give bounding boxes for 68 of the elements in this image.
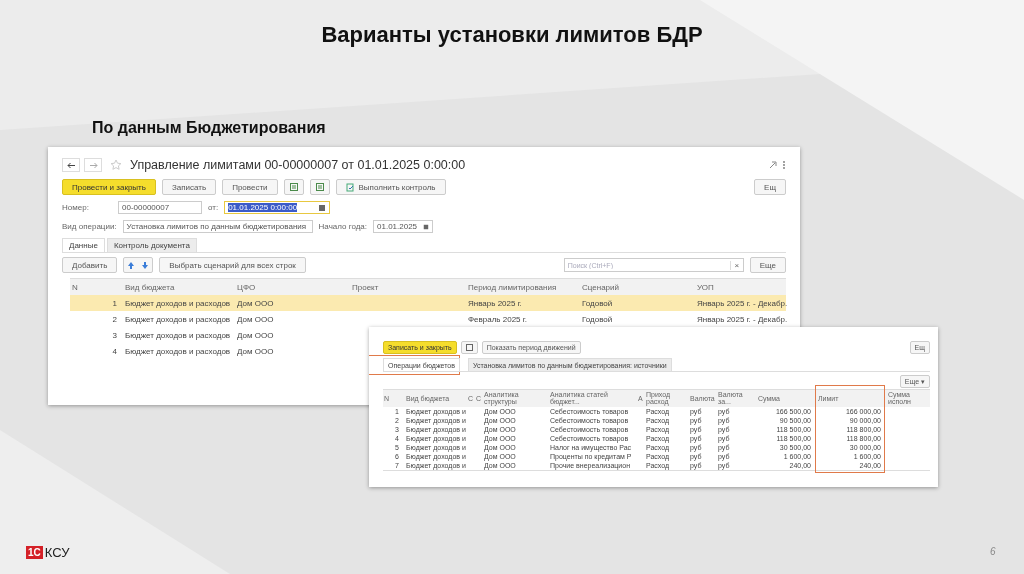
column-header: Период лимитирования: [467, 282, 558, 292]
column-header: ЦФО: [236, 282, 257, 292]
toolbar-icon-button[interactable]: [283, 179, 304, 195]
page-number: 6: [990, 546, 996, 557]
table-cell: 3: [112, 330, 117, 340]
table-cell: 2: [112, 314, 117, 324]
column-header: Сценарий: [581, 282, 620, 292]
table-cell: Январь 2025 г.: [468, 298, 522, 308]
table-cell: 1: [112, 298, 117, 308]
table-cell: 4: [112, 346, 117, 356]
table-cell: Дом ООО: [237, 314, 274, 324]
table-cell: Дом ООО: [237, 298, 274, 308]
toolbar-icon-button[interactable]: [460, 341, 478, 354]
column-header: УОП: [696, 282, 715, 292]
toolbar-button[interactable]: Провести: [222, 179, 278, 195]
table-cell: Январь 2025 г. - Декабр.: [697, 314, 788, 324]
toolbar-icon-button[interactable]: [309, 179, 330, 195]
table-cell: Дом ООО: [237, 346, 274, 356]
table-cell: Годовой: [582, 298, 613, 308]
table-cell: Дом ООО: [237, 330, 274, 340]
scenario-button[interactable]: Выбрать сценарий для всех строк: [159, 257, 306, 273]
toolbar-button[interactable]: Выполнить контроль: [335, 179, 446, 195]
logo-text: КСУ: [44, 545, 70, 560]
sheet-icon: [465, 344, 473, 351]
move-arrows-button[interactable]: [123, 257, 154, 273]
tab[interactable]: Данные: [62, 238, 105, 252]
tab[interactable]: Контроль документа: [106, 238, 197, 252]
year-start-field[interactable]: 01.01.2025: [373, 220, 434, 233]
sheet-icon: [314, 182, 325, 192]
more-button[interactable]: Ещ: [754, 179, 786, 195]
sheet-icon: [288, 182, 299, 192]
column-header: Проект: [351, 282, 380, 292]
field-label: Номер:: [62, 203, 90, 212]
column-header: N: [71, 282, 79, 292]
number-field[interactable]: 00-00000007: [118, 201, 202, 214]
link-icon[interactable]: [768, 160, 778, 170]
calendar-icon[interactable]: [318, 203, 327, 212]
post-and-close-button[interactable]: Провести и закрыть: [62, 179, 156, 195]
calendar-icon[interactable]: [423, 222, 430, 231]
table-row[interactable]: 1 Бюджет доходов и расходов Дом ООО Январь 2025 г. Годовой Январь 2025 г. - Декабр.: [70, 295, 786, 311]
check-document-icon: [345, 182, 355, 192]
more-icon[interactable]: [782, 160, 786, 170]
toolbar-button[interactable]: Записать: [161, 179, 217, 195]
table-cell: Бюджет доходов и расходов: [125, 314, 231, 324]
right-arrow-icon: [88, 161, 98, 169]
left-arrow-icon: [66, 161, 76, 169]
slide-subtitle: По данным Бюджетирования: [92, 119, 326, 137]
field-label: Вид операции:: [62, 222, 117, 231]
table-cell: Бюджет доходов и расходов: [125, 346, 231, 356]
table-cell: Январь 2025 г. - Декабр.: [697, 298, 788, 308]
more-button[interactable]: Еще: [749, 257, 786, 273]
window-title: Управление лимитами 00-00000007 от 01.01.2025 0:00:00: [130, 158, 466, 172]
table-cell: Бюджет доходов и расходов: [125, 298, 231, 308]
up-down-arrows-icon: [127, 260, 150, 270]
table-cell: Февраль 2025 г.: [468, 314, 527, 324]
table-row[interactable]: 2 Бюджет доходов и расходов Дом ООО Февраль 2025 г. Годовой Январь 2025 г. - Декабр.: [70, 311, 786, 327]
field-label: Начало года:: [318, 222, 368, 231]
operation-dropdown[interactable]: Установка лимитов по данным бюджетирования: [122, 220, 313, 233]
logo-mark: 1С: [26, 546, 43, 559]
table-cell: Бюджет доходов и расходов: [125, 330, 231, 340]
back-button[interactable]: [62, 158, 80, 172]
date-field[interactable]: 01.01.2025 0:00:00: [224, 201, 331, 214]
add-button[interactable]: Добавить: [62, 257, 118, 273]
column-header: Вид бюджета: [124, 282, 176, 292]
star-icon[interactable]: [110, 159, 122, 171]
table-cell: Годовой: [582, 314, 613, 324]
field-label: от:: [208, 203, 219, 212]
slide-title: Варианты установки лимитов БДР: [320, 22, 704, 48]
